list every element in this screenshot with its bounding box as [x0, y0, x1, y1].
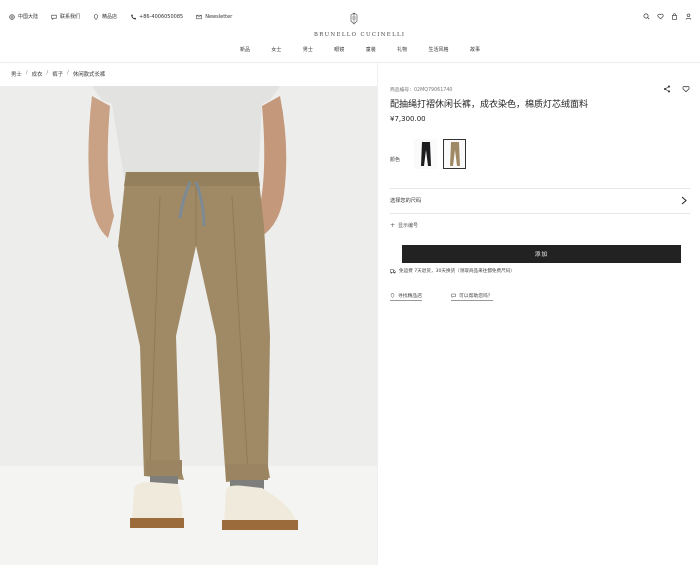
product-photo-illustration — [0, 86, 377, 565]
globe-icon — [9, 13, 15, 20]
search-button[interactable] — [643, 13, 650, 20]
shipping-text: 免运费 7天退货，30天换货（领取商品来往都免费尺码） — [399, 269, 515, 274]
reminder-label: 显示编号 — [398, 223, 419, 229]
panel-divider — [377, 63, 378, 565]
phone-icon — [131, 14, 137, 19]
nav-kids[interactable]: 童装 — [366, 46, 376, 53]
location-pin-icon — [93, 13, 99, 20]
size-selector[interactable]: 选择您的尺码 — [390, 192, 690, 210]
color-swatch-black[interactable] — [414, 139, 437, 169]
phone-label: +86-4006050085 — [139, 13, 184, 20]
nav-new[interactable]: 新品 — [240, 46, 250, 53]
boutique-label: 精品店 — [102, 14, 118, 20]
product-price: ¥7,300.00 — [390, 115, 426, 123]
show-number-toggle[interactable]: + 显示编号 — [390, 222, 418, 229]
country-selector[interactable]: 中国大陆 — [9, 13, 38, 20]
location-pin-icon — [390, 293, 395, 298]
chevron-right-icon — [681, 196, 687, 205]
section-divider — [390, 188, 690, 189]
shipping-info: 免运费 7天退货，30天换货（领取商品来往都免费尺码） — [390, 268, 515, 274]
breadcrumb-separator: / — [67, 70, 69, 76]
color-label: 颜色 — [390, 157, 401, 163]
contact-label: 联系我们 — [60, 14, 81, 20]
nav-lifestyle[interactable]: 生活风格 — [429, 46, 449, 53]
breadcrumb: 男士 / 成衣 / 裤子 / 休闲款式长裤 — [11, 70, 105, 78]
size-label: 选择您的尺码 — [390, 198, 422, 204]
breadcrumb-clothing[interactable]: 成衣 — [32, 70, 43, 78]
breadcrumb-trousers[interactable]: 裤子 — [52, 70, 63, 78]
nav-men[interactable]: 男士 — [303, 46, 313, 53]
nav-eyewear[interactable]: 眼镜 — [334, 46, 344, 53]
color-swatch-tan-selected[interactable] — [443, 139, 466, 169]
breadcrumb-men[interactable]: 男士 — [11, 70, 22, 78]
breadcrumb-current: 休闲款式长裤 — [72, 72, 106, 78]
boutique-link[interactable]: 精品店 — [93, 13, 117, 20]
brand-logo[interactable]: BRUNELLO CUCINELLI — [314, 12, 406, 38]
plus-icon: + — [390, 222, 396, 229]
newsletter-link[interactable]: Newsletter — [196, 14, 232, 20]
header-actions — [643, 13, 692, 20]
account-icon — [685, 13, 692, 20]
newsletter-label: Newsletter — [205, 13, 233, 20]
chat-icon — [51, 14, 57, 20]
wishlist-button[interactable] — [657, 13, 664, 20]
help-link[interactable]: 可以帮助您吗？ — [451, 292, 493, 301]
main-nav: 新品 女士 男士 眼镜 童装 礼物 生活风格 故事 — [240, 46, 480, 53]
phone-link[interactable]: +86-4006050085 — [130, 14, 183, 20]
product-title: 配抽绳打褶休闲长裤，成衣染色，棉质灯芯绒面料 — [390, 100, 589, 110]
black-trousers-thumbnail — [420, 142, 431, 166]
top-bar: 中国大陆 联系我们 精品店 +86-4006050085 Newsletter … — [0, 0, 700, 38]
breadcrumb-separator: / — [25, 70, 28, 76]
breadcrumb-separator: / — [46, 70, 49, 76]
nav-gifts[interactable]: 礼物 — [397, 46, 407, 53]
bag-icon — [672, 13, 677, 20]
nav-women[interactable]: 女士 — [271, 46, 281, 53]
help-label: 可以帮助您吗？ — [459, 294, 493, 299]
share-icon[interactable] — [663, 85, 671, 93]
product-image[interactable] — [0, 86, 377, 565]
country-label: 中国大陆 — [18, 14, 39, 20]
wishlist-heart-icon — [657, 13, 664, 20]
product-code: 商品编号：02MQ79061740 — [390, 88, 453, 93]
utility-links: 中国大陆 联系我们 精品店 +86-4006050085 Newsletter — [9, 13, 232, 20]
service-links: 寻找精品店 可以帮助您吗？ — [390, 292, 493, 301]
tan-trousers-thumbnail — [449, 142, 460, 166]
add-to-bag-button[interactable]: 添加 — [402, 245, 681, 263]
section-divider — [390, 213, 690, 214]
brand-crest-icon — [350, 12, 358, 25]
nav-stories[interactable]: 故事 — [470, 46, 480, 53]
header-divider — [0, 62, 700, 63]
search-icon — [643, 13, 650, 20]
find-boutique-label: 寻找精品店 — [398, 294, 422, 299]
brand-name: BRUNELLO CUCINELLI — [314, 32, 406, 38]
find-boutique-link[interactable]: 寻找精品店 — [390, 292, 422, 301]
bag-button[interactable] — [671, 13, 678, 20]
add-to-wishlist-heart-icon[interactable] — [682, 85, 690, 93]
contact-link[interactable]: 联系我们 — [51, 13, 80, 20]
account-button[interactable] — [685, 13, 692, 20]
chat-icon — [451, 293, 456, 298]
mail-icon — [196, 14, 202, 19]
truck-icon — [390, 268, 396, 274]
